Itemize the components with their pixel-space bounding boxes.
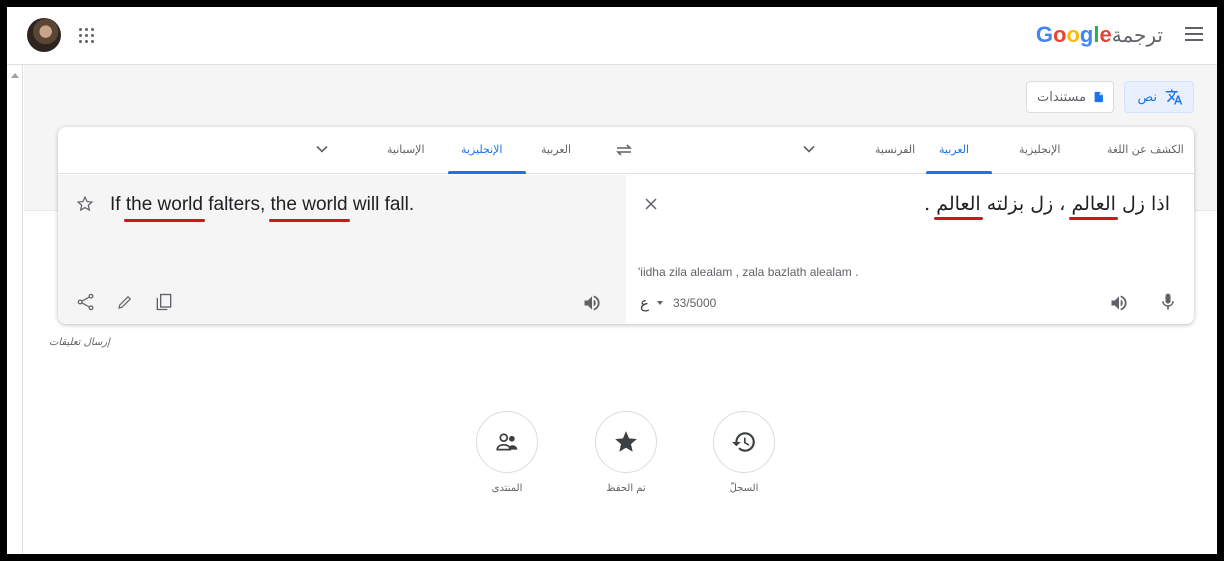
saved-button[interactable]: تم الحفظ: [594, 411, 658, 494]
scrollbar[interactable]: [7, 65, 23, 554]
target-more-languages-chevron-icon[interactable]: [315, 142, 329, 156]
target-lang-arabic[interactable]: العربية: [541, 143, 571, 156]
target-active-indicator: [448, 171, 526, 174]
source-transliteration: 'iidha zila alealam , zala bazlath aleal…: [638, 265, 859, 279]
translation-highlighted-phrase: the world: [268, 194, 350, 222]
translate-icon: [1165, 89, 1183, 105]
swap-languages-icon[interactable]: [614, 140, 634, 160]
source-highlighted-word: العالم: [1069, 193, 1118, 220]
input-tools-dropdown-icon[interactable]: [656, 301, 663, 305]
character-count: 33/5000: [672, 296, 717, 310]
source-textarea[interactable]: اذا زل العالم ، زل بزلته العالم .: [924, 193, 1170, 220]
documents-mode-button[interactable]: مستندات: [1026, 81, 1114, 113]
history-label: السجلّ: [729, 483, 759, 494]
listen-source-icon[interactable]: [1109, 293, 1129, 313]
microphone-icon[interactable]: [1158, 292, 1178, 312]
saved-label: تم الحفظ: [606, 483, 646, 494]
history-icon: [732, 432, 755, 452]
share-icon[interactable]: [76, 292, 96, 312]
source-lang-arabic[interactable]: العربية: [939, 143, 969, 156]
source-lang-detect[interactable]: الكشف عن اللغة: [1107, 143, 1184, 156]
top-app-bar: Google ترجمة: [7, 7, 1217, 65]
source-text-segment: اذا زل: [1115, 193, 1170, 215]
translation-highlighted-phrase: the world: [123, 194, 205, 222]
scroll-up-arrow-icon[interactable]: [11, 73, 19, 78]
clear-source-icon[interactable]: [644, 197, 658, 211]
source-text-segment: .: [924, 193, 937, 215]
translation-output: If the world falters, the world will fal…: [110, 194, 415, 222]
product-logo[interactable]: Google ترجمة: [1036, 22, 1165, 48]
input-tools-icon[interactable]: ع: [640, 294, 649, 312]
source-highlighted-word: العالم: [934, 193, 983, 220]
save-translation-star-icon[interactable]: [76, 195, 94, 213]
source-footer: ع 33/5000: [640, 293, 716, 313]
translation-text-segment: will fall.: [347, 194, 415, 215]
apps-grid-icon[interactable]: [77, 26, 97, 46]
translation-text-segment: If: [110, 194, 126, 215]
source-lang-french[interactable]: الفرنسية: [875, 143, 915, 156]
main-menu-icon[interactable]: [1185, 27, 1203, 41]
source-active-indicator: [926, 171, 992, 174]
account-avatar[interactable]: [27, 18, 61, 52]
google-wordmark: Google: [1035, 22, 1112, 47]
source-lang-english[interactable]: الإنجليزية: [1019, 143, 1060, 156]
community-label: المنتدى: [491, 483, 523, 494]
source-more-languages-chevron-icon[interactable]: [802, 142, 816, 156]
community-icon: [496, 433, 518, 451]
translation-footer: [76, 292, 174, 312]
community-button[interactable]: المنتدى: [475, 411, 539, 494]
copy-icon[interactable]: [154, 292, 174, 312]
source-pane: اذا زل العالم ، زل بزلته العالم . 'iidha…: [626, 175, 1194, 324]
document-icon: [1094, 91, 1103, 103]
star-icon: [615, 431, 637, 452]
browser-viewport: Google ترجمة نص مستندات الكشف عن اللغة ا…: [7, 7, 1217, 554]
target-lang-english[interactable]: الإنجليزية: [461, 143, 502, 156]
translation-text-segment: falters,: [202, 194, 271, 215]
documents-mode-label: مستندات: [1037, 89, 1087, 105]
send-feedback-link[interactable]: إرسال تعليقات: [49, 337, 110, 348]
history-button[interactable]: السجلّ: [712, 411, 776, 494]
translation-pane: If the world falters, the world will fal…: [58, 175, 626, 324]
edit-pencil-icon[interactable]: [116, 293, 134, 311]
target-lang-spanish[interactable]: الإسبانية: [387, 143, 425, 156]
text-mode-label: نص: [1137, 89, 1157, 105]
listen-translation-icon[interactable]: [582, 293, 602, 313]
translation-card: الكشف عن اللغة الإنجليزية العربية الفرنس…: [58, 127, 1194, 324]
translate-wordmark: ترجمة: [1111, 23, 1163, 47]
source-text-segment: ، زل بزلته: [980, 193, 1072, 215]
text-mode-button[interactable]: نص: [1124, 81, 1194, 113]
language-bar: الكشف عن اللغة الإنجليزية العربية الفرنس…: [58, 127, 1194, 174]
